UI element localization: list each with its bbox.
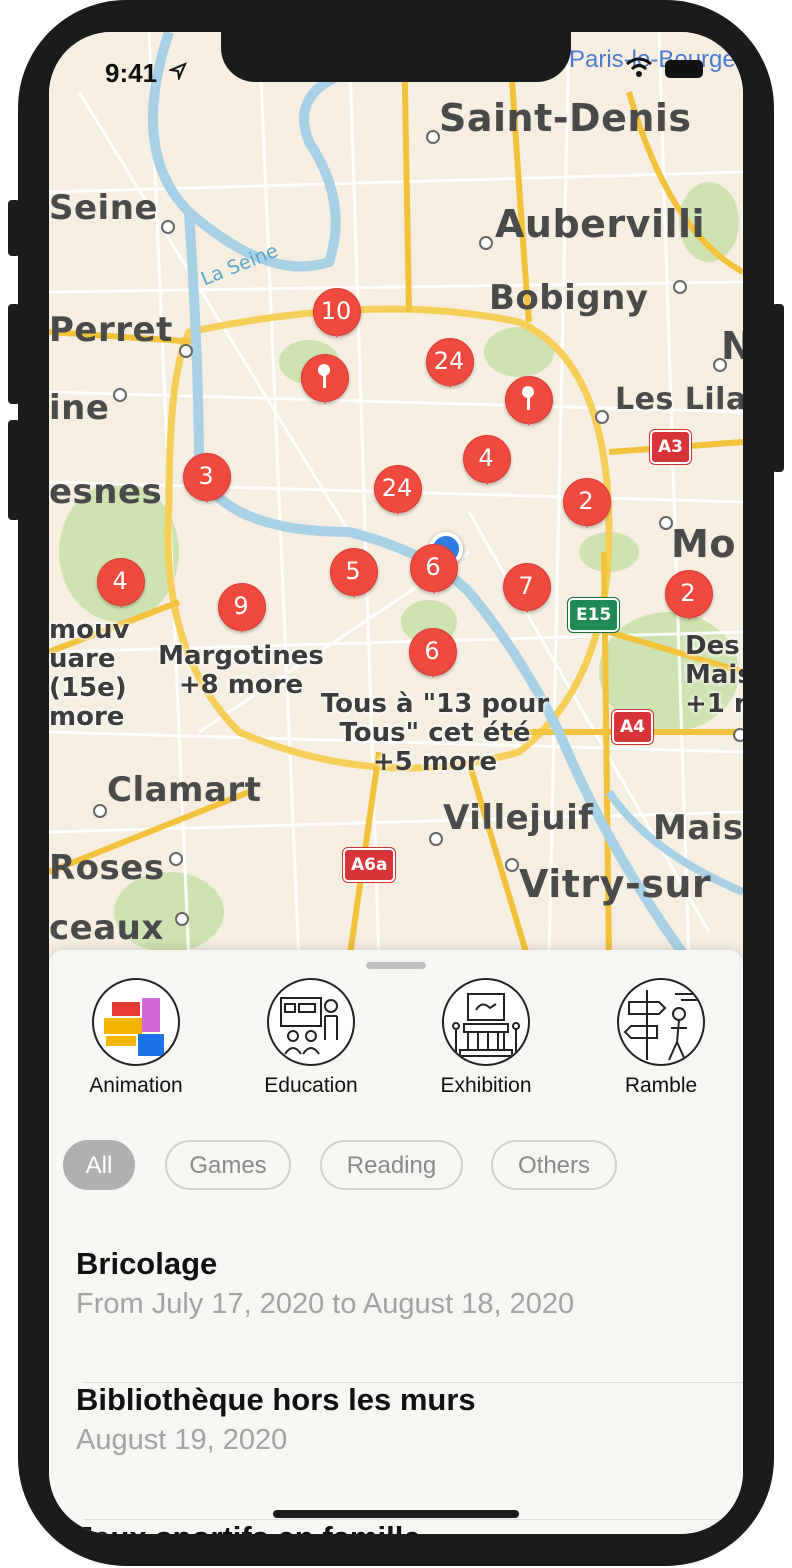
place-dot xyxy=(179,344,193,358)
home-indicator[interactable] xyxy=(273,1510,519,1518)
place-maisons: Mais xyxy=(653,808,743,848)
filter-chip-games[interactable]: Games xyxy=(165,1140,291,1190)
place-aubervilliers: Aubervilli xyxy=(495,202,706,246)
status-time: 9:41 xyxy=(105,58,158,88)
cluster-pin[interactable]: 5 xyxy=(330,548,378,604)
battery-icon xyxy=(665,60,703,78)
place-bobigny: Bobigny xyxy=(489,278,649,318)
mute-switch xyxy=(8,200,20,256)
place-dot xyxy=(93,804,107,818)
map-view[interactable]: La Seine Saint-Denis Seine Aubervilli Pe… xyxy=(49,32,743,962)
event-title: Bricolage xyxy=(76,1246,218,1281)
volume-up-button xyxy=(8,304,20,404)
category-label: Exhibition xyxy=(440,1074,532,1097)
highway-shield-e15: E15 xyxy=(568,598,620,632)
cluster-pin[interactable]: 9 xyxy=(218,583,266,639)
cluster-label-margotines[interactable]: Margotines +8 more xyxy=(151,642,331,700)
place-dot xyxy=(505,858,519,872)
cluster-pin[interactable]: 2 xyxy=(563,478,611,534)
highway-shield-a3: A3 xyxy=(650,430,691,464)
place-dot xyxy=(161,220,175,234)
volume-down-button xyxy=(8,420,20,520)
cluster-pin[interactable]: 24 xyxy=(426,338,474,394)
bottom-sheet[interactable]: Animation Education Exhibition Ramble Al… xyxy=(49,950,743,1534)
cluster-pin[interactable]: 7 xyxy=(503,563,551,619)
wifi-icon xyxy=(626,57,652,77)
place-roses: Roses xyxy=(49,848,165,888)
power-button xyxy=(772,304,784,472)
event-list-item[interactable]: Bibliothèque hors les murs August 19, 20… xyxy=(76,1382,716,1457)
place-perret: Perret xyxy=(49,310,173,350)
event-list-item[interactable]: Bricolage From July 17, 2020 to August 1… xyxy=(76,1246,716,1321)
cluster-label-tous[interactable]: Tous à "13 pour Tous" cet été +5 more xyxy=(305,690,565,777)
place-villejuif: Villejuif xyxy=(443,798,594,838)
cluster-pin[interactable]: 2 xyxy=(665,570,713,626)
cluster-pin[interactable]: 6 xyxy=(409,628,457,684)
highway-shield-a4: A4 xyxy=(612,710,653,744)
notch xyxy=(221,32,571,82)
category-label: Ramble xyxy=(624,1074,698,1097)
place-dot xyxy=(733,728,743,742)
map-top-label: Paris-le-Bourget xyxy=(569,46,743,73)
filter-chip-reading[interactable]: Reading xyxy=(320,1140,463,1190)
signpost-walker-icon xyxy=(617,978,705,1066)
lego-blocks-icon xyxy=(92,978,180,1066)
filter-chip-others[interactable]: Others xyxy=(491,1140,617,1190)
location-arrow-icon xyxy=(169,62,187,80)
category-education[interactable]: Education xyxy=(241,978,381,1098)
cluster-label-right[interactable]: Des Mais +1 m xyxy=(685,632,743,719)
cluster-pin[interactable]: 3 xyxy=(183,453,231,509)
place-ine: ine xyxy=(49,388,110,428)
place-dot xyxy=(659,516,673,530)
event-title: Bibliothèque hors les murs xyxy=(76,1382,476,1417)
event-list-item[interactable]: Jeux sportifs en famille xyxy=(76,1520,716,1534)
status-bar: 9:41 Paris-le-Bourget xyxy=(49,32,743,112)
category-ramble[interactable]: Ramble xyxy=(591,978,731,1098)
single-event-pin[interactable] xyxy=(505,376,553,432)
place-clamart: Clamart xyxy=(107,770,262,810)
place-dot xyxy=(113,388,127,402)
event-title: Jeux sportifs en famille xyxy=(76,1520,716,1534)
cluster-pin[interactable]: 6 xyxy=(410,544,458,600)
museum-icon xyxy=(442,978,530,1066)
place-les-lilas: Les Lila xyxy=(615,382,743,417)
place-dot xyxy=(429,832,443,846)
place-esnes: esnes xyxy=(49,472,163,512)
sheet-grabber[interactable] xyxy=(366,962,426,969)
place-vitry: Vitry-sur xyxy=(519,862,712,906)
place-montreuil: Mo xyxy=(671,522,736,566)
cluster-pin[interactable]: 4 xyxy=(463,435,511,491)
place-dot xyxy=(169,852,183,866)
cluster-label-left[interactable]: mouv uare (15e) more xyxy=(49,616,129,732)
place-sceaux: ceaux xyxy=(49,908,164,948)
category-exhibition[interactable]: Exhibition xyxy=(416,978,556,1098)
place-dot xyxy=(175,912,189,926)
place-dot xyxy=(595,410,609,424)
place-seine: Seine xyxy=(49,188,158,228)
place-dot xyxy=(673,280,687,294)
highway-shield-a6a: A6a xyxy=(343,848,396,882)
single-event-pin[interactable] xyxy=(301,354,349,410)
screen: La Seine Saint-Denis Seine Aubervilli Pe… xyxy=(49,32,743,1534)
event-date: From July 17, 2020 to August 18, 2020 xyxy=(76,1288,575,1320)
filter-chip-all[interactable]: All xyxy=(63,1140,135,1190)
category-label: Animation xyxy=(89,1074,183,1097)
classroom-icon xyxy=(267,978,355,1066)
place-dot xyxy=(426,130,440,144)
place-dot xyxy=(479,236,493,250)
category-label: Education xyxy=(264,1074,358,1097)
cluster-pin[interactable]: 24 xyxy=(374,465,422,521)
event-date: August 19, 2020 xyxy=(76,1424,288,1456)
cluster-pin[interactable]: 4 xyxy=(97,558,145,614)
cluster-pin[interactable]: 10 xyxy=(313,288,361,344)
place-dot xyxy=(713,358,727,372)
category-animation[interactable]: Animation xyxy=(66,978,206,1098)
